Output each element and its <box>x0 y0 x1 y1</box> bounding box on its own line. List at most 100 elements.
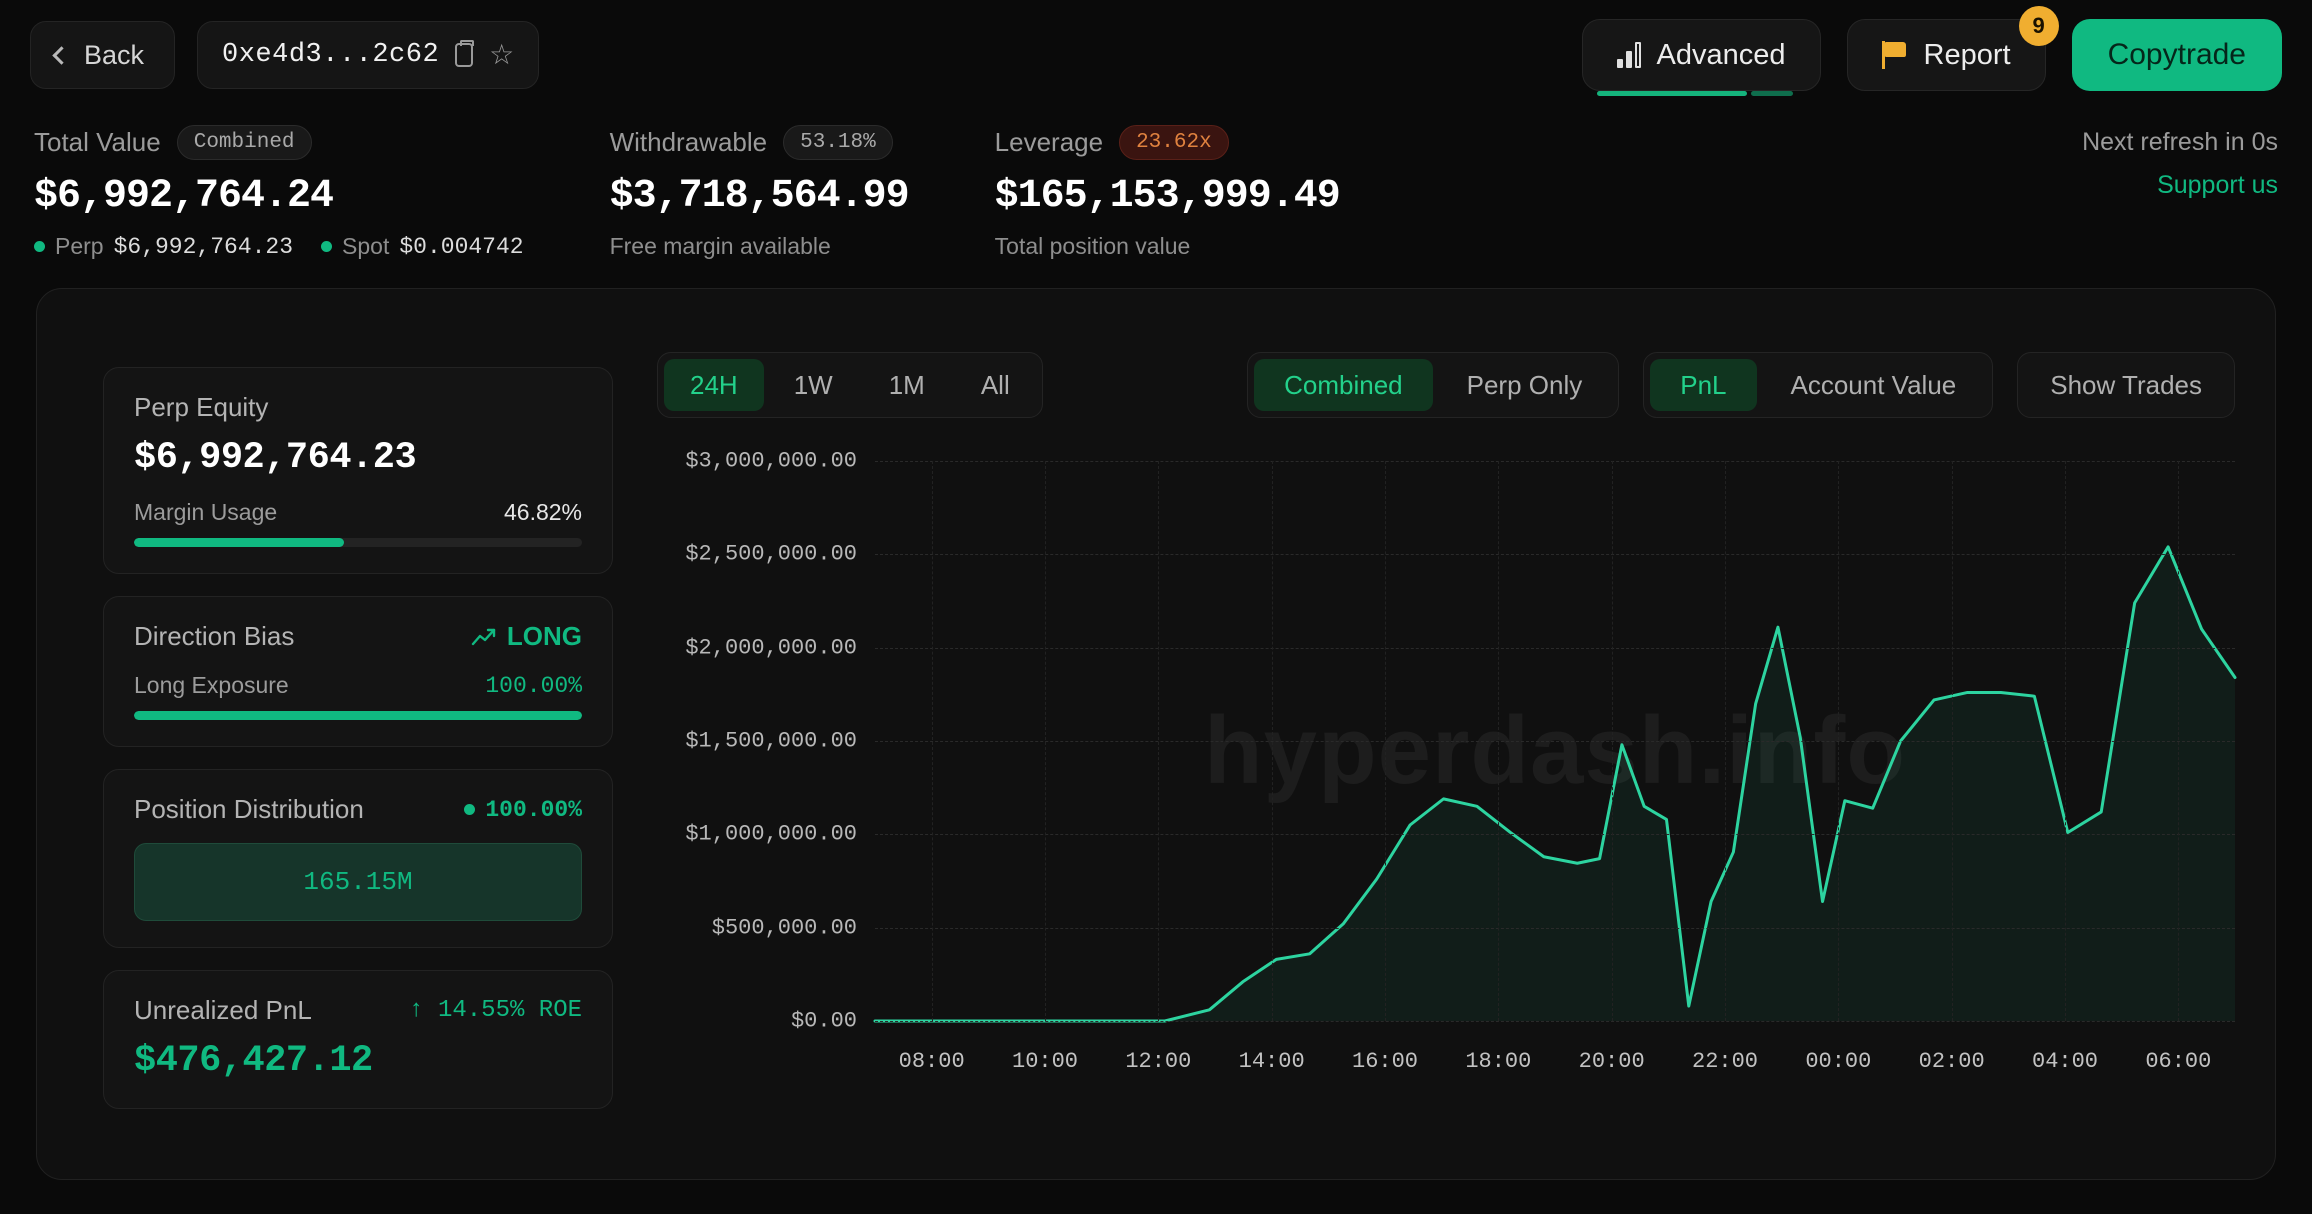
stat-leverage-caption: Total position value <box>995 233 1340 260</box>
scope-tab-perp-only[interactable]: Perp Only <box>1437 359 1613 411</box>
spot-dot-icon <box>321 241 332 252</box>
range-tab-1m[interactable]: 1M <box>863 359 951 411</box>
position-distribution-block-value: 165.15M <box>303 867 412 897</box>
perp-dot-icon <box>34 241 45 252</box>
report-count-badge: 9 <box>2019 6 2059 46</box>
gridline-horizontal <box>875 928 2235 929</box>
spot-label: Spot <box>342 233 389 260</box>
stat-total-value-chip: Combined <box>177 125 312 160</box>
top-bar-left-group: Back 0xe4d3...2c62 ☆ <box>30 21 539 89</box>
position-distribution-pct: 100.00% <box>485 797 582 823</box>
position-distribution-block[interactable]: 165.15M <box>134 843 582 921</box>
wallet-address-pill[interactable]: 0xe4d3...2c62 ☆ <box>197 21 539 89</box>
pnl-area-fill <box>875 547 2235 1021</box>
unrealized-pnl-value: $476,427.12 <box>134 1040 582 1082</box>
stat-total-value-amount: $6,992,764.24 <box>34 174 524 219</box>
direction-bias-title: Direction Bias <box>134 621 294 652</box>
long-exposure-row: Long Exposure 100.00% <box>134 672 582 699</box>
y-axis-tick: $1,500,000.00 <box>685 729 857 754</box>
gridline-vertical <box>2178 461 2179 1021</box>
chart-controls: 24H1W1MAll CombinedPerp Only PnLAccount … <box>657 349 2235 421</box>
stat-withdrawable-amount: $3,718,564.99 <box>610 174 909 219</box>
advanced-button-label: Advanced <box>1657 39 1786 72</box>
spot-value: $0.004742 <box>399 234 523 260</box>
chevron-left-icon <box>52 46 70 64</box>
stat-total-value-label: Total Value <box>34 127 161 158</box>
direction-bias-value: LONG <box>507 621 582 652</box>
copy-icon[interactable] <box>455 43 473 67</box>
gridline-vertical <box>1158 461 1159 1021</box>
card-direction-bias: Direction Bias LONG Long Exposure 100.00… <box>103 596 613 747</box>
dashboard-panel: Perp Equity $6,992,764.23 Margin Usage 4… <box>36 288 2276 1180</box>
range-tab-all[interactable]: All <box>955 359 1036 411</box>
x-axis-tick: 22:00 <box>1692 1049 1758 1074</box>
advanced-button[interactable]: Advanced <box>1582 19 1821 91</box>
back-button-label: Back <box>84 40 144 71</box>
stat-withdrawable-header: Withdrawable 53.18% <box>610 124 909 160</box>
perp-value: $6,992,764.23 <box>114 234 293 260</box>
top-bar: Back 0xe4d3...2c62 ☆ Advanced Report 9 C… <box>0 0 2312 110</box>
stat-total-value-breakdown: Perp $6,992,764.23 Spot $0.004742 <box>34 233 524 260</box>
trend-up-icon <box>471 628 497 646</box>
copytrade-button[interactable]: Copytrade <box>2072 19 2282 91</box>
gridline-vertical <box>932 461 933 1021</box>
top-bar-right-group: Advanced Report 9 Copytrade <box>1582 19 2282 91</box>
report-button[interactable]: Report 9 <box>1847 19 2046 91</box>
metric-tab-account-value[interactable]: Account Value <box>1761 359 1987 411</box>
chart-plot-area: hyperdash.info <box>875 461 2235 1021</box>
x-axis-labels: 08:00 10:00 12:00 14:00 16:00 18:00 20:00 22:00… <box>875 1049 2235 1089</box>
back-button[interactable]: Back <box>30 21 175 89</box>
x-axis-tick: 18:00 <box>1465 1049 1531 1074</box>
flag-icon <box>1882 41 1908 69</box>
bar-chart-icon <box>1617 42 1641 68</box>
margin-usage-row: Margin Usage 46.82% <box>134 499 582 526</box>
wallet-address-text: 0xe4d3...2c62 <box>222 40 439 70</box>
gridline-vertical <box>1838 461 1839 1021</box>
perp-equity-value: $6,992,764.23 <box>134 437 582 479</box>
stat-total-value-header: Total Value Combined <box>34 124 524 160</box>
direction-bias-value-group: LONG <box>471 621 582 652</box>
gridline-vertical <box>1272 461 1273 1021</box>
gridline-vertical <box>1385 461 1386 1021</box>
stat-leverage-label: Leverage <box>995 127 1103 158</box>
gridline-horizontal <box>875 461 2235 462</box>
gridline-vertical <box>1045 461 1046 1021</box>
unrealized-pnl-title: Unrealized PnL <box>134 995 312 1026</box>
unrealized-pnl-roe: ↑ 14.55% ROE <box>409 997 582 1024</box>
x-axis-tick: 16:00 <box>1352 1049 1418 1074</box>
support-us-link[interactable]: Support us <box>2082 171 2278 200</box>
card-perp-equity: Perp Equity $6,992,764.23 Margin Usage 4… <box>103 367 613 574</box>
metrics-card-column: Perp Equity $6,992,764.23 Margin Usage 4… <box>103 367 613 1131</box>
x-axis-tick: 20:00 <box>1579 1049 1645 1074</box>
y-axis-tick: $0.00 <box>791 1009 857 1034</box>
position-distribution-pct-group: 100.00% <box>464 797 582 823</box>
stat-leverage: Leverage 23.62x $165,153,999.49 Total po… <box>995 124 1340 260</box>
metric-tab-pnl[interactable]: PnL <box>1650 359 1756 411</box>
stat-withdrawable-label: Withdrawable <box>610 127 768 158</box>
y-axis-tick: $3,000,000.00 <box>685 449 857 474</box>
y-axis-tick: $1,000,000.00 <box>685 822 857 847</box>
x-axis-tick: 14:00 <box>1239 1049 1305 1074</box>
star-icon[interactable]: ☆ <box>489 41 514 69</box>
gridline-vertical <box>1612 461 1613 1021</box>
card-position-distribution: Position Distribution 100.00% 165.15M <box>103 769 613 948</box>
summary-stats-row: Total Value Combined $6,992,764.24 Perp … <box>34 124 1426 260</box>
x-axis-tick: 02:00 <box>1919 1049 1985 1074</box>
x-axis-tick: 08:00 <box>899 1049 965 1074</box>
long-exposure-label: Long Exposure <box>134 672 289 699</box>
show-trades-group: Show Trades <box>2017 352 2235 418</box>
show-trades-button[interactable]: Show Trades <box>2024 359 2228 411</box>
scope-tab-combined[interactable]: Combined <box>1254 359 1433 411</box>
x-axis-tick: 12:00 <box>1125 1049 1191 1074</box>
gridline-horizontal <box>875 834 2235 835</box>
next-refresh-text: Next refresh in 0s <box>2082 128 2278 157</box>
position-distribution-row: Position Distribution 100.00% <box>134 794 582 825</box>
advanced-active-indicator <box>1597 91 1747 96</box>
stat-total-value: Total Value Combined $6,992,764.24 Perp … <box>34 124 524 260</box>
gridline-vertical <box>1498 461 1499 1021</box>
range-tab-1w[interactable]: 1W <box>768 359 859 411</box>
gridline-horizontal <box>875 741 2235 742</box>
x-axis-tick: 10:00 <box>1012 1049 1078 1074</box>
x-axis-tick: 04:00 <box>2032 1049 2098 1074</box>
range-tab-24h[interactable]: 24H <box>664 359 764 411</box>
